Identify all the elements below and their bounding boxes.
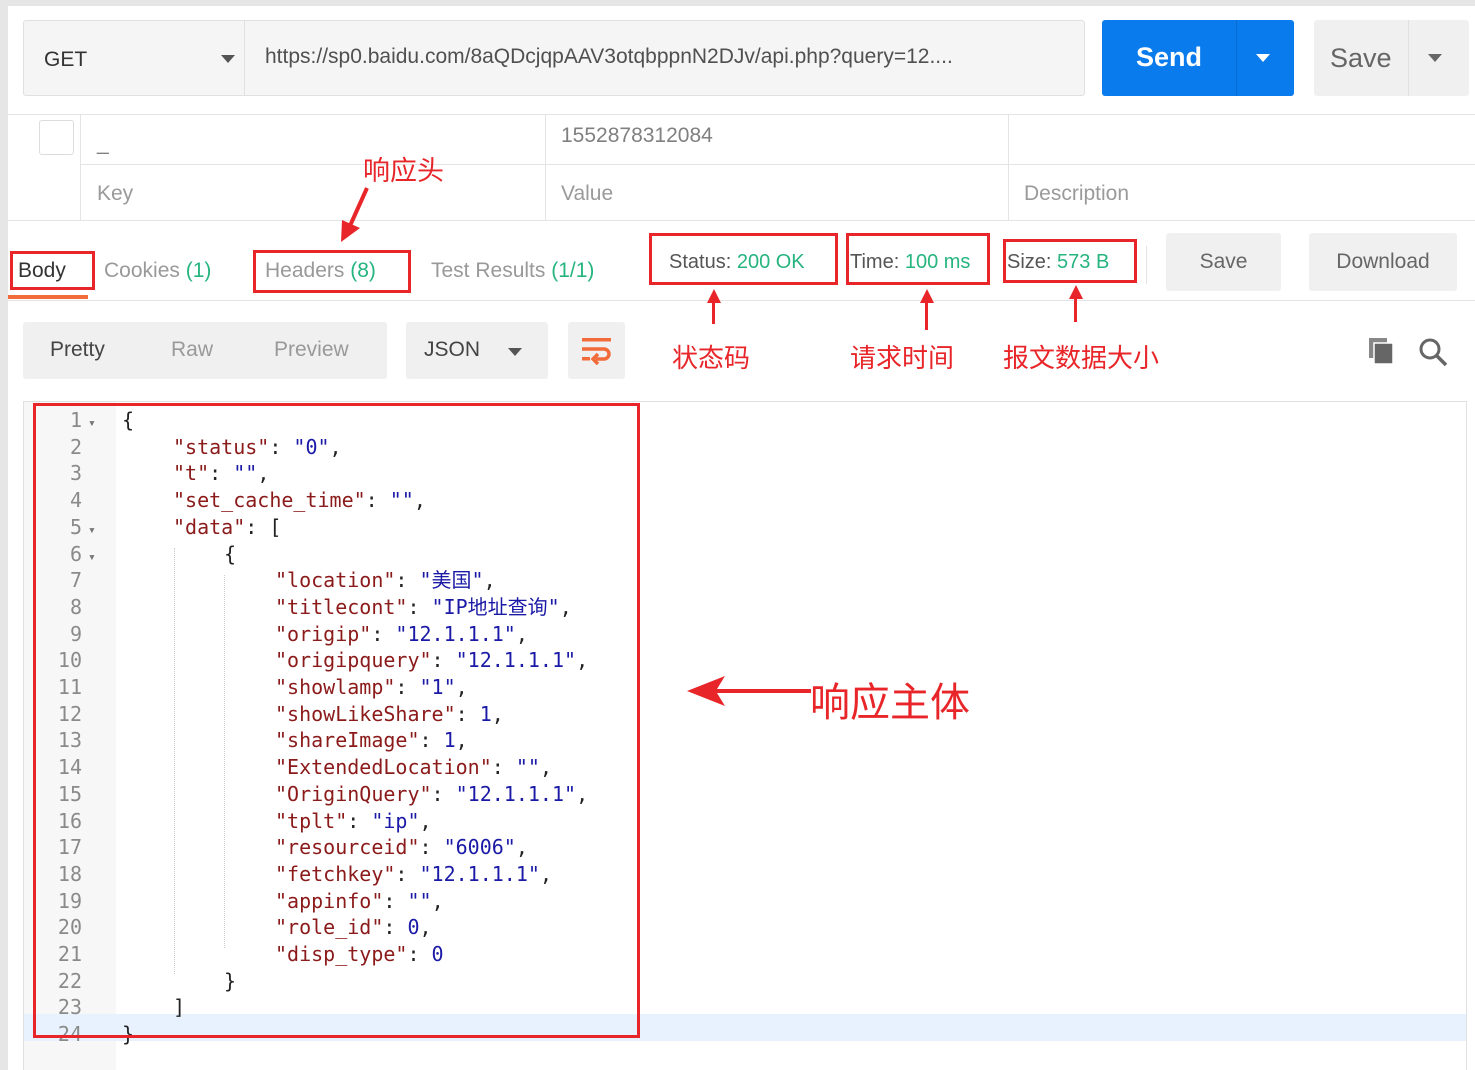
tab-test-results[interactable]: Test Results (1/1) [431, 259, 594, 283]
key-placeholder[interactable]: Key [97, 182, 133, 206]
save-request-button[interactable]: Save [1314, 20, 1469, 96]
save-label: Save [1330, 43, 1392, 73]
active-tab-underline [8, 295, 88, 299]
method-label: GET [44, 48, 88, 71]
annotation-box-headers [253, 250, 411, 293]
annotation-box-body-tab [10, 251, 95, 290]
send-divider [1236, 20, 1237, 96]
url-text: https://sp0.baidu.com/8aQDcjqpAAV3otqbpp… [265, 45, 953, 68]
table-border [1008, 114, 1009, 220]
value-placeholder[interactable]: Value [561, 182, 613, 206]
param-key[interactable]: _ [97, 132, 109, 156]
search-icon[interactable] [1417, 336, 1449, 368]
wrap-lines-button[interactable] [568, 322, 625, 379]
chevron-down-icon [221, 55, 235, 63]
download-button[interactable]: Download [1309, 233, 1457, 291]
tabs-border [8, 300, 1475, 301]
annotation-box-response-body [33, 403, 640, 1038]
send-button[interactable]: Send [1102, 20, 1294, 96]
param-checkbox[interactable] [39, 120, 74, 155]
url-input[interactable]: https://sp0.baidu.com/8aQDcjqpAAV3otqbpp… [245, 20, 1085, 96]
annotation-time-label: 请求时间 [850, 344, 955, 374]
save-response-button[interactable]: Save [1166, 233, 1281, 291]
postman-window: GET https://sp0.baidu.com/8aQDcjqpAAV3ot… [8, 6, 1475, 1070]
tab-label: Cookies [104, 259, 180, 282]
description-placeholder[interactable]: Description [1024, 182, 1129, 206]
annotation-arrow-stem [712, 302, 715, 324]
annotation-arrow-icon [920, 289, 934, 303]
annotation-arrow-stem [925, 302, 928, 330]
annotation-box-status [649, 233, 838, 285]
send-label: Send [1136, 42, 1203, 72]
meta-divider [1146, 246, 1147, 284]
chevron-down-icon[interactable] [1256, 54, 1270, 62]
view-raw[interactable]: Raw [171, 338, 213, 362]
param-value[interactable]: 1552878312084 [561, 124, 713, 148]
format-label: JSON [424, 338, 481, 361]
copy-icon[interactable] [1367, 336, 1397, 366]
table-border [545, 114, 546, 220]
tab-cookies[interactable]: Cookies (1) [104, 259, 211, 283]
annotation-body-label: 响应主体 [810, 680, 970, 726]
wrap-lines-icon [582, 338, 611, 366]
view-pretty[interactable]: Pretty [50, 338, 105, 362]
annotation-box-size [1003, 239, 1137, 283]
method-select[interactable]: GET [23, 20, 245, 96]
annotation-status-label: 状态码 [672, 344, 751, 374]
table-border [8, 114, 1475, 115]
tab-label: Test Results [431, 259, 546, 282]
annotation-arrow-icon [1069, 285, 1083, 299]
annotation-arrow-icon [687, 676, 811, 706]
chevron-down-icon [508, 348, 522, 356]
tab-count: (1/1) [551, 259, 595, 282]
annotation-headers-label: 响应头 [363, 156, 444, 187]
save-divider [1408, 20, 1409, 96]
format-select[interactable]: JSON [406, 322, 548, 379]
table-border [80, 164, 1475, 165]
chevron-down-icon[interactable] [1428, 54, 1442, 62]
annotation-arrow-icon [341, 187, 369, 242]
annotation-arrow-stem [1074, 298, 1077, 322]
view-mode-switcher: Pretty Raw Preview [23, 322, 387, 379]
annotation-size-label: 报文数据大小 [1003, 344, 1160, 374]
tab-count: (1) [185, 259, 212, 282]
annotation-arrow-icon [707, 289, 721, 303]
view-preview[interactable]: Preview [274, 338, 349, 362]
table-border [8, 220, 1475, 221]
table-border [80, 114, 81, 220]
annotation-box-time [846, 233, 990, 285]
